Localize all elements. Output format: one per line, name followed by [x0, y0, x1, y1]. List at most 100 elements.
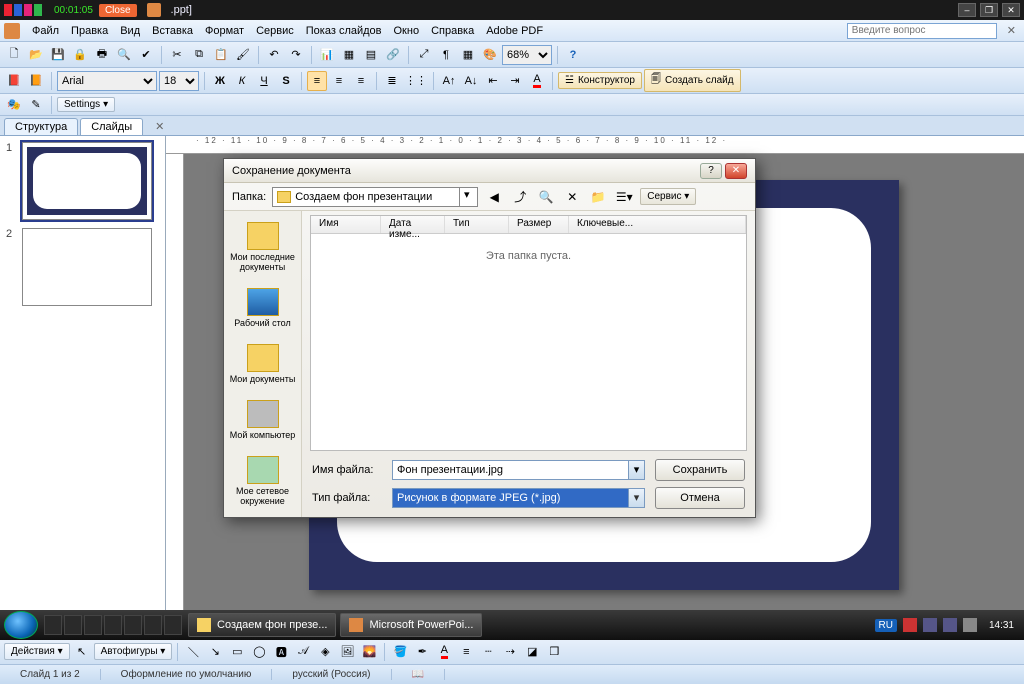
dialog-titlebar[interactable]: Сохранение документа ? ✕	[224, 159, 755, 183]
select-arrow-icon[interactable]: ↖	[72, 642, 92, 662]
rectangle-icon[interactable]: ▭	[227, 642, 247, 662]
wordart-icon[interactable]: 𝒜	[293, 642, 313, 662]
doc-close-button[interactable]: ✕	[1003, 24, 1020, 37]
paste-icon[interactable]: 📋	[211, 45, 231, 65]
back-icon[interactable]: ◀	[484, 187, 504, 207]
spellcheck-icon[interactable]: ✔	[136, 45, 156, 65]
arrowstyle-icon[interactable]: ⇢	[500, 642, 520, 662]
bullets-icon[interactable]: ⋮⋮	[404, 71, 428, 91]
settings-button[interactable]: Settings ▾	[57, 97, 115, 112]
hyperlink-icon[interactable]: 🔗	[383, 45, 403, 65]
diagram-icon[interactable]: ◈	[315, 642, 335, 662]
preview-icon[interactable]: 🔍	[114, 45, 134, 65]
increase-indent-icon[interactable]: ⇥	[505, 71, 525, 91]
table-icon[interactable]: ▦	[339, 45, 359, 65]
dialog-close-button[interactable]: ✕	[725, 163, 747, 179]
edit-icon[interactable]: ✎	[26, 95, 46, 115]
filetype-dropdown-icon[interactable]: ▾	[628, 489, 644, 507]
newfolder-icon[interactable]: 📁	[588, 187, 608, 207]
filename-input[interactable]: Фон презентации.jpg ▾	[392, 460, 645, 480]
cut-icon[interactable]: ✂	[167, 45, 187, 65]
filename-dropdown-icon[interactable]: ▾	[628, 461, 644, 479]
decrease-indent-icon[interactable]: ⇤	[483, 71, 503, 91]
place-desktop[interactable]: Рабочий стол	[227, 283, 299, 333]
file-list-headers[interactable]: Имя Дата изме... Тип Размер Ключевые...	[311, 216, 746, 234]
delete-icon[interactable]: ✕	[562, 187, 582, 207]
tray-language[interactable]: RU	[875, 619, 897, 632]
menu-insert[interactable]: Вставка	[146, 23, 199, 39]
expand-icon[interactable]: ⤢	[414, 45, 434, 65]
ql-icon[interactable]	[124, 615, 142, 635]
formatpainter-icon[interactable]: 🖌	[233, 45, 253, 65]
permissions-icon[interactable]: 🔒	[70, 45, 90, 65]
show-formatting-icon[interactable]: ¶	[436, 45, 456, 65]
menu-slideshow[interactable]: Показ слайдов	[300, 23, 388, 39]
arrow-icon[interactable]: ↘	[205, 642, 225, 662]
menu-window[interactable]: Окно	[388, 23, 426, 39]
chart-icon[interactable]: 📊	[317, 45, 337, 65]
col-keywords[interactable]: Ключевые...	[569, 216, 746, 233]
new-slide-button[interactable]: 🗐 Создать слайд	[644, 69, 741, 92]
print-icon[interactable]: 🖶	[92, 45, 112, 65]
align-center-icon[interactable]: ≡	[329, 71, 349, 91]
pdf-icon[interactable]: 📕	[4, 71, 24, 91]
col-name[interactable]: Имя	[311, 216, 381, 233]
file-list[interactable]: Имя Дата изме... Тип Размер Ключевые... …	[310, 215, 747, 451]
ql-icon[interactable]	[144, 615, 162, 635]
menu-help[interactable]: Справка	[425, 23, 480, 39]
help-search-input[interactable]	[847, 23, 997, 39]
views-icon[interactable]: ☰▾	[614, 187, 634, 207]
menu-adobepdf[interactable]: Adobe PDF	[480, 23, 549, 39]
increase-font-icon[interactable]: A↑	[439, 71, 459, 91]
slide-design-button[interactable]: ☱ Конструктор	[558, 72, 642, 89]
help-icon[interactable]: ?	[563, 45, 583, 65]
italic-icon[interactable]: К	[232, 71, 252, 91]
menu-file[interactable]: Файл	[26, 23, 65, 39]
tray-icon[interactable]	[903, 618, 917, 632]
status-spellcheck-icon[interactable]: 📖	[392, 669, 445, 680]
tray-icon[interactable]	[943, 618, 957, 632]
ql-icon[interactable]	[104, 615, 122, 635]
dashstyle-icon[interactable]: ┄	[478, 642, 498, 662]
ql-icon[interactable]	[164, 615, 182, 635]
place-recent[interactable]: Мои последние документы	[227, 217, 299, 277]
open-icon[interactable]: 📂	[26, 45, 46, 65]
align-right-icon[interactable]: ≡	[351, 71, 371, 91]
bold-icon[interactable]: Ж	[210, 71, 230, 91]
fontcolor-icon[interactable]: A	[527, 71, 547, 91]
numbering-icon[interactable]: ≣	[382, 71, 402, 91]
place-network[interactable]: Мое сетевое окружение	[227, 451, 299, 511]
line-icon[interactable]: ＼	[183, 642, 203, 662]
clipart-icon[interactable]: 🖼	[337, 642, 357, 662]
tray-clock[interactable]: 14:31	[983, 620, 1020, 631]
tab-close-button[interactable]: ✕	[149, 118, 170, 135]
menu-edit[interactable]: Правка	[65, 23, 114, 39]
taskbar-app-powerpoint[interactable]: Microsoft PowerPoi...	[340, 613, 482, 637]
font-select[interactable]: Arial	[57, 71, 157, 91]
zoom-select[interactable]: 68%	[502, 45, 552, 65]
col-size[interactable]: Размер	[509, 216, 569, 233]
color-icon[interactable]: 🎨	[480, 45, 500, 65]
underline-icon[interactable]: Ч	[254, 71, 274, 91]
taskbar-app-folder[interactable]: Создаем фон презе...	[188, 613, 336, 637]
redo-icon[interactable]: ↷	[286, 45, 306, 65]
slide-thumb-2[interactable]: 2	[6, 228, 159, 306]
ql-icon[interactable]	[84, 615, 102, 635]
copy-icon[interactable]: ⧉	[189, 45, 209, 65]
save-button[interactable]: Сохранить	[655, 459, 745, 481]
textbox-icon[interactable]: 🅰	[271, 642, 291, 662]
oval-icon[interactable]: ◯	[249, 642, 269, 662]
recorder-close-button[interactable]: Close	[99, 4, 137, 17]
undo-icon[interactable]: ↶	[264, 45, 284, 65]
grid-icon[interactable]: ▦	[458, 45, 478, 65]
pdf2-icon[interactable]: 📙	[26, 71, 46, 91]
help-search[interactable]	[847, 23, 997, 39]
fillcolor-icon[interactable]: 🪣	[390, 642, 410, 662]
place-mycomputer[interactable]: Мой компьютер	[227, 395, 299, 445]
window-minimize-button[interactable]: –	[958, 3, 976, 17]
ql-icon[interactable]	[64, 615, 82, 635]
linecolor-icon[interactable]: ✒	[412, 642, 432, 662]
fontsize-select[interactable]: 18	[159, 71, 199, 91]
tab-structure[interactable]: Структура	[4, 118, 78, 135]
shadow-style-icon[interactable]: ◪	[522, 642, 542, 662]
